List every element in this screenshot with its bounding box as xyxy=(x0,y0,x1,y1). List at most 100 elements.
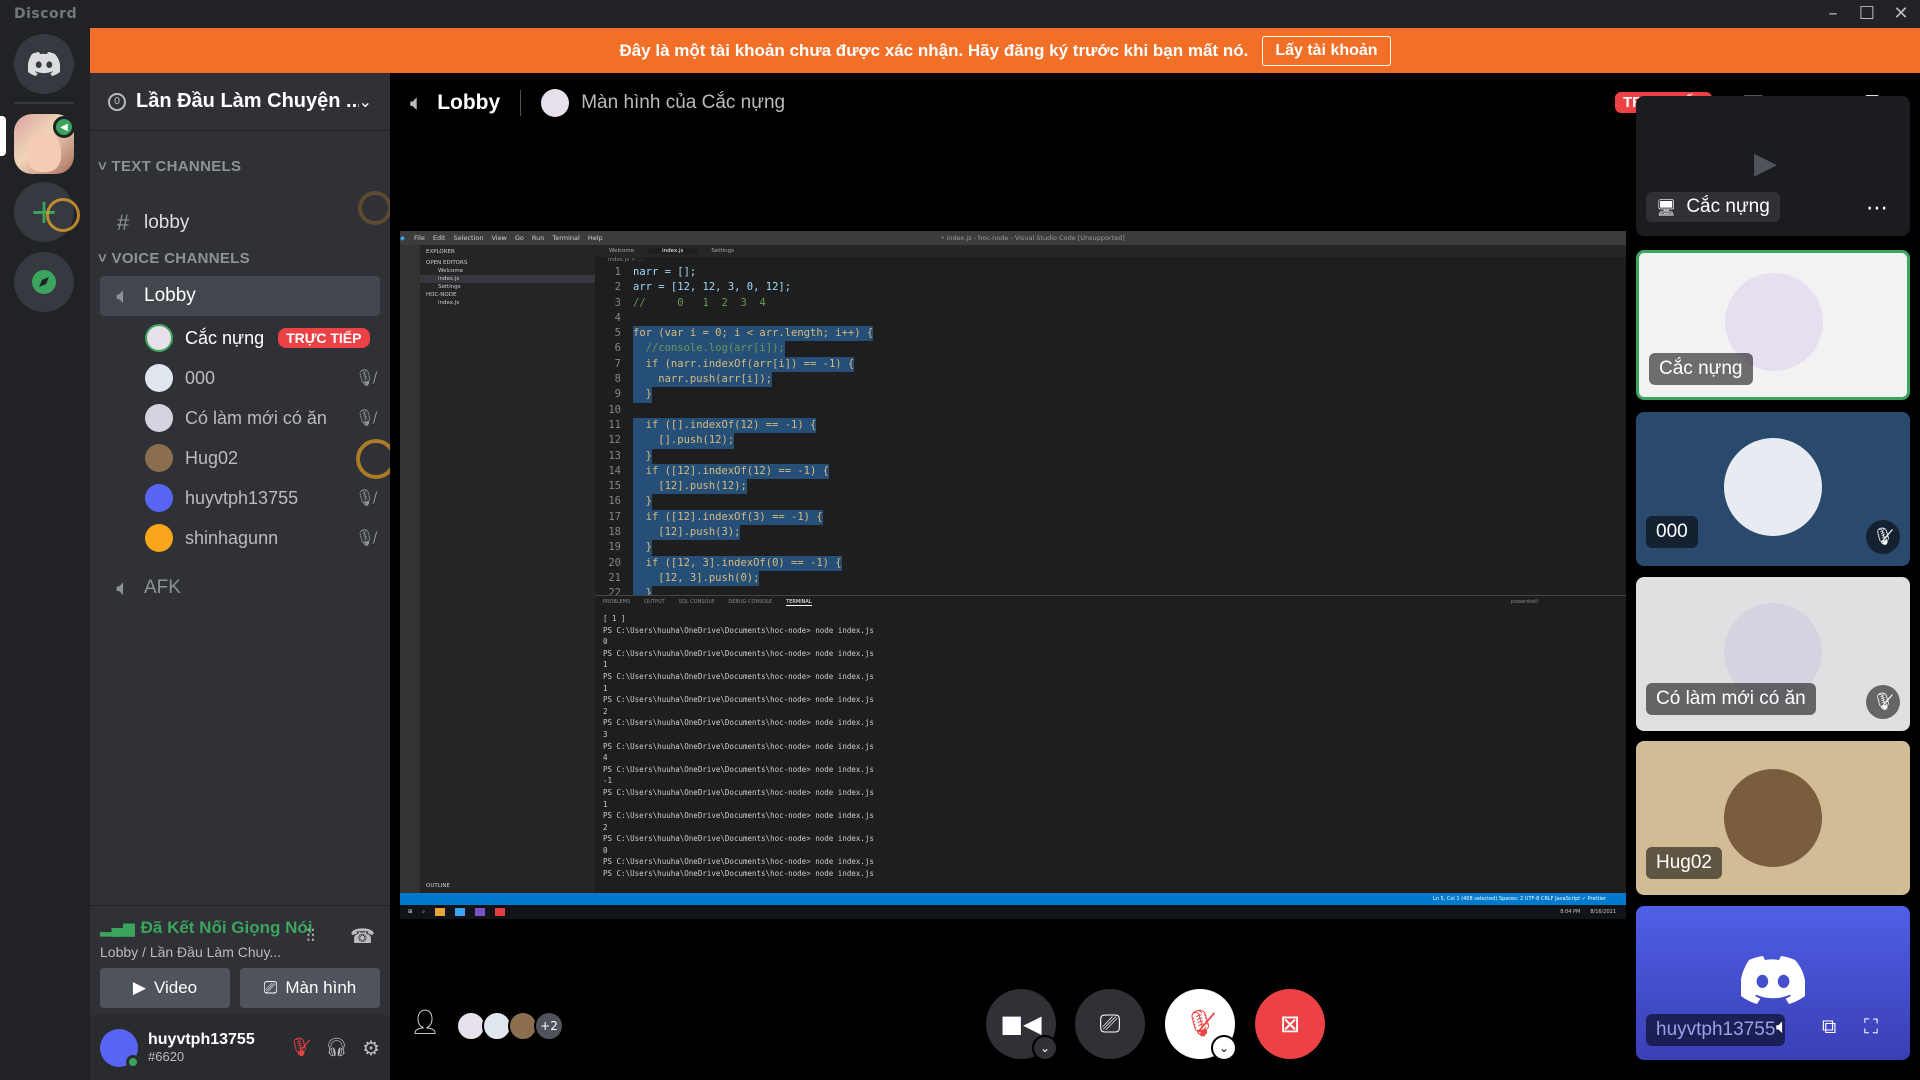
voice-user-name: 000 xyxy=(185,367,216,388)
code-text: if ([].indexOf(12) == -1) { xyxy=(633,417,817,434)
explorer-item: OPEN EDITORS xyxy=(426,260,468,266)
explore-servers-button[interactable] xyxy=(14,252,74,312)
tile-participant[interactable]: Hug02 xyxy=(1636,741,1910,895)
voice-user[interactable]: huyvtph13755 🎙︎̸ xyxy=(145,480,385,516)
vscode-window-title: • index.js - hoc-node - Visual Studio Co… xyxy=(940,234,1125,242)
unclaimed-account-banner: Đây là một tài khoản chưa được xác nhận.… xyxy=(90,28,1920,73)
more-options-icon[interactable]: ⋯ xyxy=(1866,196,1888,221)
windows-start-icon: ⊞ xyxy=(408,909,413,915)
screen-share-icon: ⎚ xyxy=(1099,1008,1121,1039)
participant-avatars[interactable]: +2 xyxy=(456,1011,564,1041)
online-status-icon xyxy=(126,1054,140,1069)
stream-title: Màn hình của Cắc nựng xyxy=(581,92,786,113)
code-line: 18 [12].push(3); xyxy=(595,525,1626,541)
terminal-line: 0 xyxy=(603,637,608,647)
popout-icon[interactable]: ⧉ xyxy=(1822,1014,1836,1038)
discord-window: Discord – ☐ ✕ ◀ + Đây là một tài khoản c… xyxy=(0,0,1920,1080)
voice-status-location[interactable]: Lobby / Lần Đầu Làm Chuy... xyxy=(100,944,281,960)
code-text: narr.push(arr[i]); xyxy=(633,372,773,388)
video-button-label: Video xyxy=(153,978,198,997)
line-number: 18 xyxy=(608,526,621,539)
category-voice-channels[interactable]: ˅ VOICE CHANNELS xyxy=(98,250,250,267)
menu-item: Terminal xyxy=(552,234,580,242)
video-button[interactable]: ▶︎ Video xyxy=(100,968,230,1008)
voice-status-row: ▂▄▆ Đã Kết Nối Giọng Nói xyxy=(100,918,313,938)
code-text: } xyxy=(633,387,652,403)
mic-muted-icon[interactable]: 🎙︎̸ xyxy=(288,1037,311,1058)
live-badge: TRỰC TIẾP xyxy=(278,328,370,348)
user-info[interactable]: huyvtph13755 #6620 xyxy=(148,1031,288,1064)
terminal-line: PS C:\Users\huuha\OneDrive\Documents\hoc… xyxy=(603,834,874,844)
tile-stream-preview[interactable]: ▶︎ 🖥︎ Cắc nựng ⋯ xyxy=(1636,96,1910,236)
stop-stream-button[interactable]: ⊠ xyxy=(1255,989,1325,1059)
line-number: 14 xyxy=(608,464,621,477)
vscode-logo-icon: ◆ xyxy=(400,234,405,242)
line-number: 3 xyxy=(614,296,621,309)
voice-user[interactable]: Hug02 xyxy=(145,440,385,476)
noise-suppression-icon[interactable]: ⫶⫶ xyxy=(306,926,315,947)
server-header[interactable]: 0 Lần Đầu Làm Chuyện ... ⌄ xyxy=(90,73,390,131)
terminal-line: PS C:\Users\huuha\OneDrive\Documents\hoc… xyxy=(603,648,874,658)
user-avatar[interactable] xyxy=(100,1028,140,1069)
home-button[interactable] xyxy=(14,34,74,94)
channel-lobby-voice[interactable]: 🔈︎ Lobby xyxy=(100,276,380,316)
voice-user-name: Cắc nựng xyxy=(185,327,265,348)
fullscreen-icon[interactable]: ⛶ xyxy=(1864,1014,1878,1038)
vscode-activity-bar xyxy=(400,245,420,893)
panel-tab: OUTPUT xyxy=(644,599,665,605)
voice-status-title[interactable]: Đã Kết Nối Giọng Nói xyxy=(141,918,313,938)
chevron-down-icon[interactable]: ⌄ xyxy=(1211,1035,1237,1061)
tile-participant[interactable]: Có làm mới có ăn 🎙︎̸ xyxy=(1636,577,1910,731)
mic-muted-icon: 🎙︎̸ xyxy=(1866,685,1900,719)
headphones-icon[interactable]: 🎧︎ xyxy=(325,1037,348,1058)
shared-screen-vscode[interactable]: ◆ File Edit Selection View Go Run Termin… xyxy=(400,231,1626,919)
avatar xyxy=(145,404,173,432)
speaker-icon: 🔈︎ xyxy=(410,90,424,116)
channel-afk[interactable]: 🔈︎ AFK xyxy=(100,568,380,608)
channel-label: Lobby xyxy=(144,285,196,306)
voice-user[interactable]: shinhagunn 🎙︎̸ xyxy=(145,520,385,556)
user-tag: #6620 xyxy=(148,1049,185,1064)
disconnect-icon[interactable]: ☎ xyxy=(350,924,375,948)
code-line: 13 } xyxy=(595,448,1626,464)
camera-button[interactable]: ■◀ ⌄ xyxy=(986,989,1058,1061)
mute-button[interactable]: 🎙︎̸ ⌄ xyxy=(1165,989,1237,1061)
tile-participant[interactable]: huyvtph13755 🔈︎ ⧉ ⛶ xyxy=(1636,906,1910,1060)
maximize-icon[interactable]: ☐ xyxy=(1852,2,1882,26)
invite-user-icon[interactable]: 👤︎ xyxy=(410,1008,440,1036)
camera-icon: ■◀ xyxy=(1000,1010,1042,1038)
line-number: 11 xyxy=(608,418,621,431)
terminal-line: 1 xyxy=(603,799,608,809)
category-text-channels[interactable]: ˅ TEXT CHANNELS xyxy=(98,158,241,175)
title-bar: Discord – ☐ ✕ xyxy=(0,0,1920,28)
claim-account-button[interactable]: Lấy tài khoản xyxy=(1262,35,1391,66)
screen-share-button[interactable]: ⎚ Màn hình xyxy=(240,968,380,1008)
banner-text: Đây là một tài khoản chưa được xác nhận.… xyxy=(619,40,1249,60)
tile-participant[interactable]: Cắc nựng xyxy=(1636,250,1910,400)
selected-server-pill xyxy=(0,116,6,156)
code-line: 17 if ([12].indexOf(3) == -1) { xyxy=(595,509,1626,526)
speaker-icon[interactable]: 🔈︎ xyxy=(1776,1014,1788,1038)
line-number: 19 xyxy=(608,541,621,554)
screen-share-button[interactable]: ⎚ xyxy=(1075,989,1145,1059)
close-icon[interactable]: ✕ xyxy=(1886,2,1916,26)
avatar xyxy=(145,444,173,472)
voice-user[interactable]: 000 🎙︎̸ xyxy=(145,360,385,396)
tile-name: 000 xyxy=(1646,516,1698,548)
code-text: [12, 3].push(0); xyxy=(633,570,760,587)
terminal-line: 1 xyxy=(603,683,608,693)
menu-item: Edit xyxy=(432,234,446,242)
vscode-statusbar: Ln 5, Col 1 (408 selected) Spaces: 2 UTF… xyxy=(400,893,1626,905)
channel-lobby-text[interactable]: # lobby xyxy=(100,203,380,243)
voice-user[interactable]: Có làm mới có ăn 🎙︎̸ xyxy=(145,400,385,436)
app-brand: Discord xyxy=(14,6,78,22)
settings-gear-icon[interactable]: ⚙ xyxy=(362,1036,380,1060)
chevron-down-icon[interactable]: ⌄ xyxy=(1032,1035,1058,1061)
voice-user[interactable]: Cắc nựng TRỰC TIẾP xyxy=(145,320,385,356)
vscode-code-editor: 1 narr = []; 2 arr = [12, 12, 3, 0, 12]; 3 //… xyxy=(595,265,1626,663)
hash-icon: # xyxy=(116,210,130,235)
tile-participant[interactable]: 000 🎙︎̸ xyxy=(1636,412,1910,566)
minimize-icon[interactable]: – xyxy=(1818,2,1848,26)
terminal-line: -1 xyxy=(603,776,613,786)
tile-label: 🖥︎ Cắc nựng xyxy=(1646,192,1780,222)
